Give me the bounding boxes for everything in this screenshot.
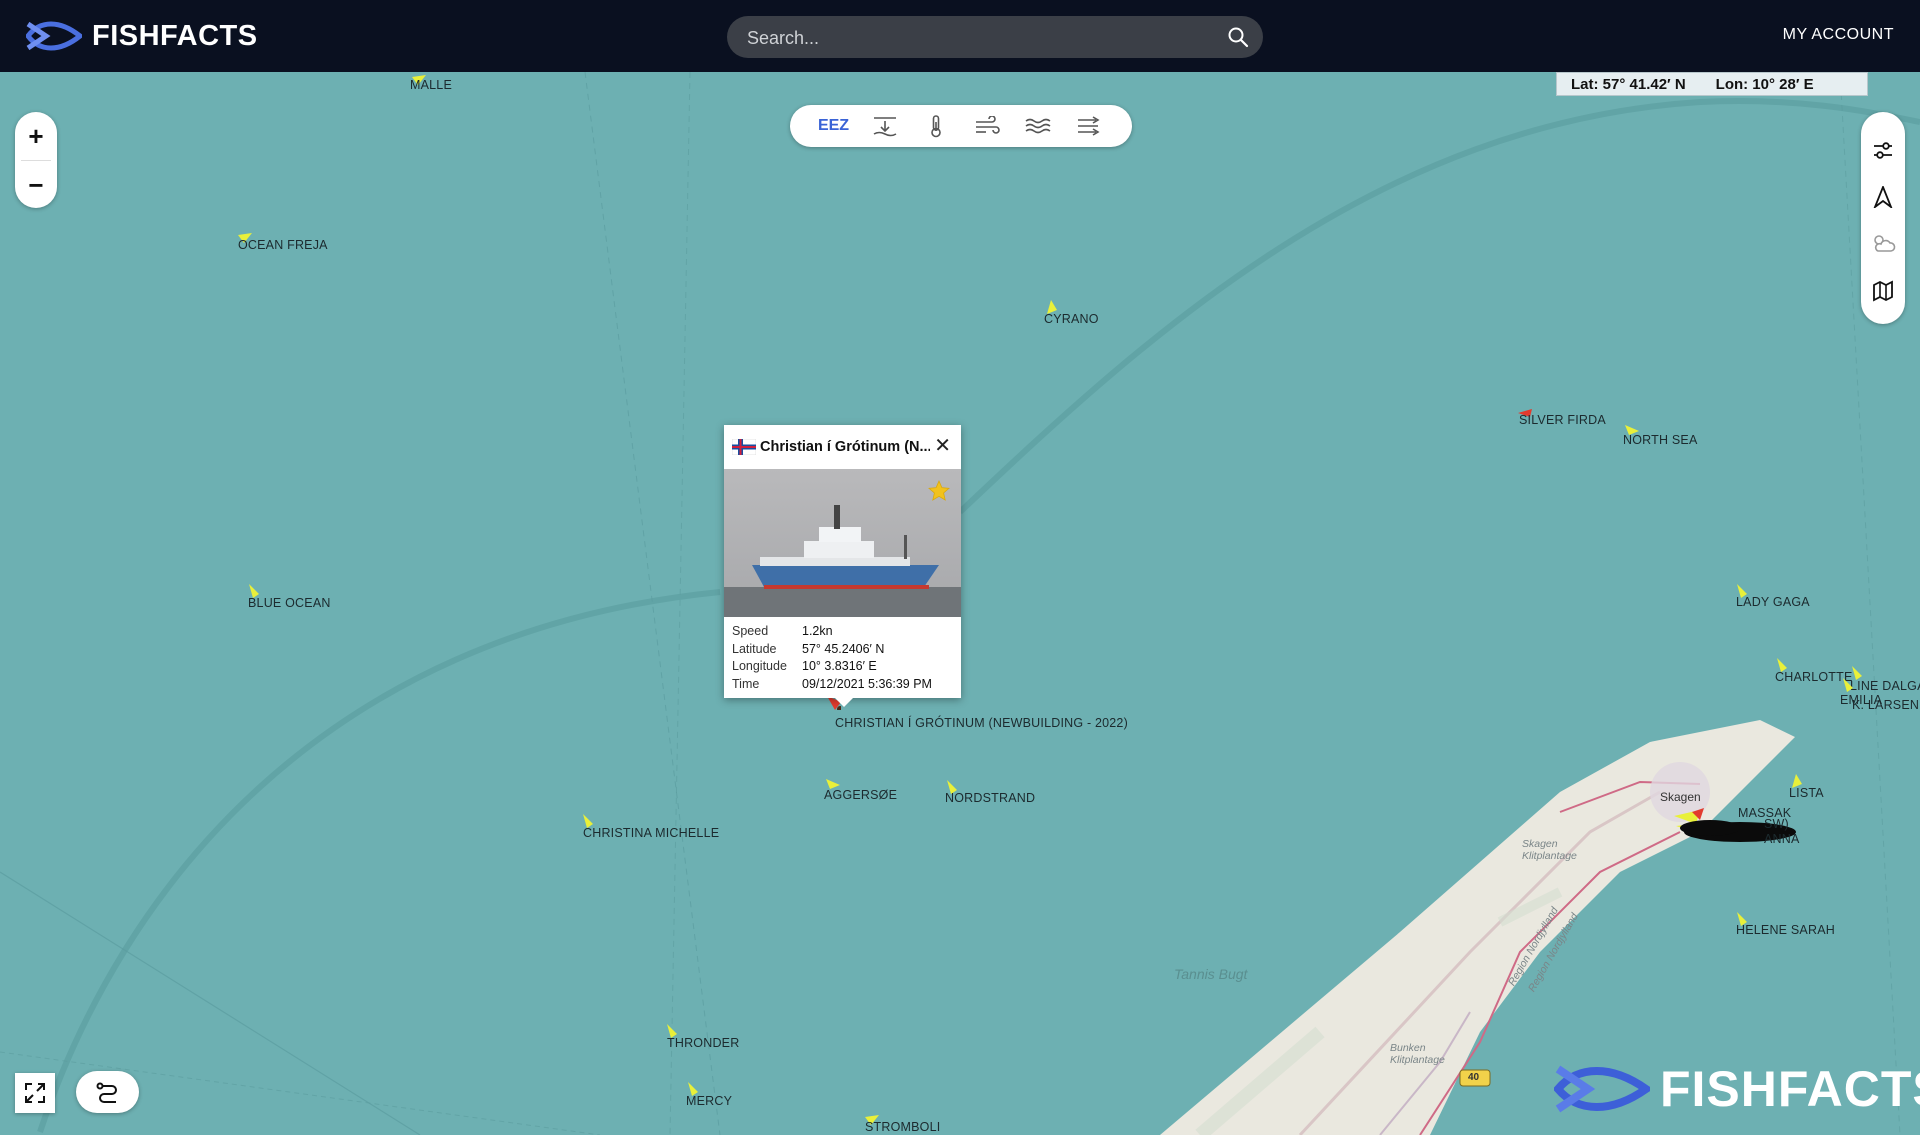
vessel-label[interactable]: CHARLOTTE bbox=[1775, 670, 1853, 684]
vessel-label[interactable]: ANNA bbox=[1764, 832, 1800, 846]
detail-value: 57° 45.2406′ N bbox=[802, 641, 885, 656]
vessel-label[interactable]: K. LARSEN bbox=[1852, 698, 1919, 712]
road-number: 40 bbox=[1468, 1072, 1480, 1083]
vessel-label[interactable]: BLUE OCEAN bbox=[248, 596, 331, 610]
detail-row: Time 09/12/2021 5:36:39 PM bbox=[732, 676, 953, 694]
vessel-photo[interactable] bbox=[724, 469, 961, 617]
brand-logo[interactable]: FISHFACTS bbox=[26, 16, 258, 56]
vessel-popup: Christian í Grótinum (N... ✕ Speed 1.2kn … bbox=[724, 425, 961, 707]
vessel-label[interactable]: MERCY bbox=[686, 1094, 732, 1108]
coordinates-readout: Lat: 57° 41.42′ N Lon: 10° 28′ E bbox=[1556, 72, 1868, 96]
depth-layer-button[interactable] bbox=[869, 110, 901, 142]
detail-key: Time bbox=[732, 676, 760, 691]
detail-row: Longitude 10° 3.8316′ E bbox=[732, 658, 953, 676]
weather-button[interactable] bbox=[1868, 228, 1898, 258]
vessel-label[interactable]: CYRANO bbox=[1044, 312, 1099, 326]
detail-row: Speed 1.2kn bbox=[732, 623, 953, 641]
layer-toolbar: EEZ bbox=[790, 105, 1132, 147]
wind-layer-button[interactable] bbox=[971, 110, 1003, 142]
detail-value: 09/12/2021 5:36:39 PM bbox=[802, 676, 932, 691]
weather-icon bbox=[1874, 235, 1896, 252]
thermometer-icon bbox=[930, 115, 941, 138]
filter-button[interactable] bbox=[1868, 136, 1898, 166]
temperature-layer-button[interactable] bbox=[920, 110, 952, 142]
vessel-label[interactable]: STROMBOLI bbox=[865, 1120, 940, 1134]
right-toolbar bbox=[1861, 112, 1905, 324]
eez-layer-button[interactable]: EEZ bbox=[818, 110, 850, 142]
search-box bbox=[727, 16, 1263, 60]
vessel-label[interactable]: LINE DALGAARD bbox=[1850, 679, 1920, 693]
vessel-label[interactable]: CHRISTIAN Í GRÓTINUM (NEWBUILDING - 2022… bbox=[835, 716, 1128, 730]
place-label: Tannis Bugt bbox=[1174, 966, 1248, 982]
vessel-label[interactable]: NORTH SEA bbox=[1623, 433, 1698, 447]
vessel-label[interactable]: NORDSTRAND bbox=[945, 791, 1035, 805]
navigation-button[interactable] bbox=[1868, 182, 1898, 212]
popup-header: Christian í Grótinum (N... ✕ bbox=[724, 425, 961, 469]
vessel-label[interactable]: THRONDER bbox=[667, 1036, 739, 1050]
route-button[interactable] bbox=[76, 1071, 139, 1113]
search-input[interactable] bbox=[745, 16, 1209, 60]
map-icon bbox=[1873, 280, 1893, 302]
favorite-star-icon[interactable] bbox=[927, 479, 951, 503]
current-layer-button[interactable] bbox=[1073, 110, 1105, 142]
navigation-icon bbox=[1873, 186, 1893, 208]
latitude-readout: Lat: 57° 41.42′ N bbox=[1571, 75, 1686, 93]
fullscreen-button[interactable] bbox=[15, 1073, 55, 1113]
top-bar: FISHFACTS MY ACCOUNT bbox=[0, 0, 1920, 72]
eez-label: EEZ bbox=[817, 117, 850, 134]
vessel-label[interactable]: SILVER FIRDA bbox=[1519, 413, 1606, 427]
map-style-button[interactable] bbox=[1868, 276, 1898, 306]
watermark-text: FISHFACTS bbox=[1660, 1061, 1920, 1117]
route-icon bbox=[96, 1082, 117, 1103]
sliders-icon bbox=[1874, 142, 1892, 159]
watermark-logo: FISHFACTS bbox=[1554, 1060, 1920, 1118]
longitude-readout: Lon: 10° 28′ E bbox=[1715, 75, 1814, 93]
vessel-label[interactable]: LISTA bbox=[1789, 786, 1824, 800]
detail-key: Latitude bbox=[732, 641, 777, 656]
vessel-details: Speed 1.2kn Latitude 57° 45.2406′ N Longit… bbox=[724, 617, 961, 693]
vessel-label[interactable]: OCEAN FREJA bbox=[238, 238, 328, 252]
detail-value: 1.2kn bbox=[802, 624, 833, 638]
fullscreen-icon bbox=[25, 1083, 45, 1103]
detail-key: Speed bbox=[732, 624, 769, 638]
fish-logo-icon bbox=[26, 21, 82, 51]
popup-title: Christian í Grótinum (N... bbox=[760, 439, 930, 455]
vessel-label[interactable]: MALLE bbox=[410, 78, 452, 92]
waves-layer-button[interactable] bbox=[1022, 110, 1054, 142]
vessel-label[interactable]: AGGERSØE bbox=[824, 788, 897, 802]
waves-icon bbox=[1025, 118, 1050, 134]
detail-value: 10° 3.8316′ E bbox=[802, 659, 877, 673]
vessel-label[interactable]: LADY GAGA bbox=[1736, 595, 1810, 609]
vessel-label[interactable]: HELENE SARAH bbox=[1736, 923, 1835, 937]
zoom-control: + − bbox=[15, 112, 57, 208]
popup-pointer bbox=[835, 698, 853, 707]
my-account-link[interactable]: MY ACCOUNT bbox=[1783, 26, 1894, 44]
place-label: Skagen Klitplantage bbox=[1522, 838, 1577, 862]
brand-name: FISHFACTS bbox=[92, 19, 258, 52]
vessel-label[interactable]: CHRISTINA MICHELLE bbox=[583, 826, 719, 840]
wind-icon bbox=[975, 116, 1000, 134]
close-icon[interactable]: ✕ bbox=[934, 436, 951, 456]
detail-key: Longitude bbox=[732, 659, 787, 673]
vessel-label[interactable]: SW) bbox=[1764, 817, 1789, 831]
detail-row: Latitude 57° 45.2406′ N bbox=[732, 641, 953, 659]
fish-logo-icon bbox=[1554, 1065, 1650, 1113]
zoom-out-button[interactable]: − bbox=[15, 161, 57, 209]
zoom-in-button[interactable]: + bbox=[15, 112, 57, 160]
faroe-flag-icon bbox=[732, 439, 756, 455]
place-label: Bunken Klitplantage bbox=[1390, 1042, 1445, 1066]
current-icon bbox=[1077, 116, 1100, 136]
depth-icon bbox=[873, 117, 896, 137]
vessel-photo-graphic bbox=[724, 469, 961, 617]
search-icon[interactable] bbox=[1227, 26, 1249, 48]
